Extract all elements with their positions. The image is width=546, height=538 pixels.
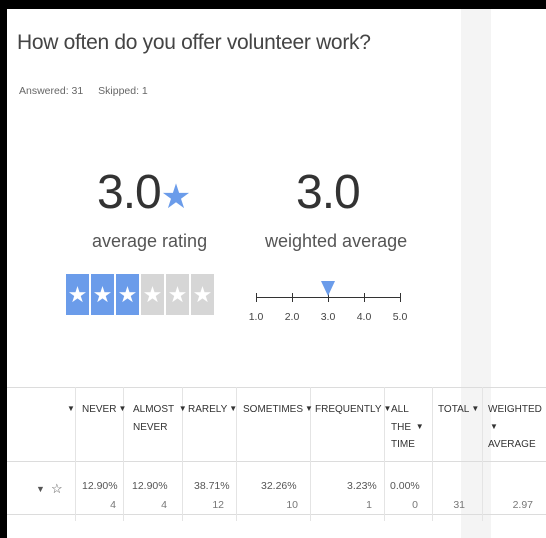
column-header-label: TIME — [391, 439, 415, 450]
column-header-label: THE — [391, 421, 411, 433]
column-header-rarely[interactable]: RARELY ▼ — [188, 401, 237, 419]
cell-sometimes-percent: 32.26% — [261, 480, 297, 492]
cell-sometimes-count: 10 — [286, 499, 298, 511]
cell-weighted-average: 2.97 — [512, 499, 533, 511]
column-header-almost-never[interactable]: ALMOST ▼ NEVER — [133, 401, 187, 436]
scale-tick — [256, 293, 257, 302]
scale-tick-label: 1.0 — [248, 311, 264, 323]
column-header-label: AVERAGE — [488, 439, 536, 450]
column-header-label: TOTAL — [438, 404, 470, 415]
weighted-average-marker — [321, 281, 335, 296]
sort-caret-icon: ▼ — [178, 404, 187, 413]
column-header-label: RARELY — [188, 404, 228, 415]
weighted-average-label: weighted average — [265, 231, 408, 251]
column-header-label: NEVER — [82, 404, 117, 415]
answered-count: Answered: 31 — [19, 85, 84, 97]
column-separator — [75, 387, 76, 521]
cell-all-the-time-count: 0 — [412, 499, 418, 511]
response-meta: Answered: 31 Skipped: 1 — [19, 85, 148, 97]
column-header-label: ALMOST — [133, 404, 174, 415]
sort-caret-icon: ▼ — [490, 421, 498, 431]
scale-tick — [292, 293, 293, 302]
average-rating-label: average rating — [92, 231, 208, 251]
cell-almost-never-percent: 12.90% — [132, 480, 168, 492]
cell-frequently-count: 1 — [366, 499, 372, 511]
scale-tick — [364, 293, 365, 302]
table-divider — [7, 514, 546, 515]
sort-caret-icon: ▼ — [118, 404, 127, 413]
column-header-label: WEIGHTED — [488, 404, 542, 415]
question-title: How often do you offer volunteer work? — [17, 31, 371, 54]
scale-tick — [400, 293, 401, 302]
column-options-caret[interactable]: ▼ — [65, 401, 75, 419]
column-header-label: ALL — [391, 404, 409, 415]
cell-never-percent: 12.90% — [82, 480, 118, 492]
sort-caret-icon: ▼ — [471, 404, 480, 413]
table-divider — [7, 387, 546, 388]
scale-tick-label: 4.0 — [356, 311, 372, 323]
column-header-weighted-average[interactable]: WEIGHTED ▼ AVERAGE — [488, 401, 546, 454]
column-header-frequently[interactable]: FREQUENTLY ▼ — [315, 401, 391, 419]
column-header-label: NEVER — [133, 421, 168, 433]
sort-caret-icon: ▼ — [415, 421, 424, 431]
star-rating-bar: ★ ★ ★ ★ ★ ★ — [66, 274, 214, 315]
question-panel: How often do you offer volunteer work? A… — [7, 9, 546, 538]
cell-never-count: 4 — [110, 499, 116, 511]
star-outline-icon[interactable]: ☆ — [51, 481, 63, 497]
average-rating-number: 3.0 — [97, 166, 162, 219]
cell-rarely-count: 12 — [212, 499, 224, 511]
cell-frequently-percent: 3.23% — [347, 480, 377, 492]
cell-rarely-percent: 38.71% — [194, 480, 230, 492]
scale-tick-label: 2.0 — [284, 311, 300, 323]
column-header-label: SOMETIMES — [243, 404, 304, 415]
chevron-down-icon[interactable]: ▼ — [36, 484, 45, 494]
skipped-count: Skipped: 1 — [98, 85, 148, 97]
column-header-all-the-time[interactable]: ALL THE ▼ TIME — [391, 401, 424, 454]
side-strip — [461, 9, 491, 538]
scale-tick-label: 5.0 — [392, 311, 408, 323]
star-icon: ★ — [141, 274, 164, 315]
weighted-average-scale: 1.0 2.0 3.0 4.0 5.0 — [249, 267, 409, 337]
column-header-total[interactable]: TOTAL ▼ — [438, 401, 479, 419]
star-icon: ★ — [66, 274, 89, 315]
star-icon: ★ — [160, 178, 192, 216]
sort-caret-icon: ▼ — [305, 404, 313, 413]
table-divider — [7, 461, 546, 462]
sort-caret-icon: ▼ — [229, 404, 238, 413]
star-icon: ★ — [116, 274, 139, 315]
column-header-never[interactable]: NEVER ▼ — [82, 401, 126, 419]
scale-tick-label: 3.0 — [320, 311, 336, 323]
average-rating-value: 3.0★ — [97, 166, 192, 219]
star-icon: ★ — [191, 274, 214, 315]
column-header-label: FREQUENTLY — [315, 404, 382, 415]
column-separator — [432, 387, 433, 521]
cell-total: 31 — [453, 499, 465, 511]
cell-almost-never-count: 4 — [161, 499, 167, 511]
star-icon: ★ — [166, 274, 189, 315]
column-header-sometimes[interactable]: SOMETIMES ▼ — [243, 401, 313, 419]
cell-all-the-time-percent: 0.00% — [390, 480, 420, 492]
weighted-average-value: 3.0 — [296, 166, 361, 219]
column-separator — [482, 387, 483, 521]
star-icon: ★ — [91, 274, 114, 315]
